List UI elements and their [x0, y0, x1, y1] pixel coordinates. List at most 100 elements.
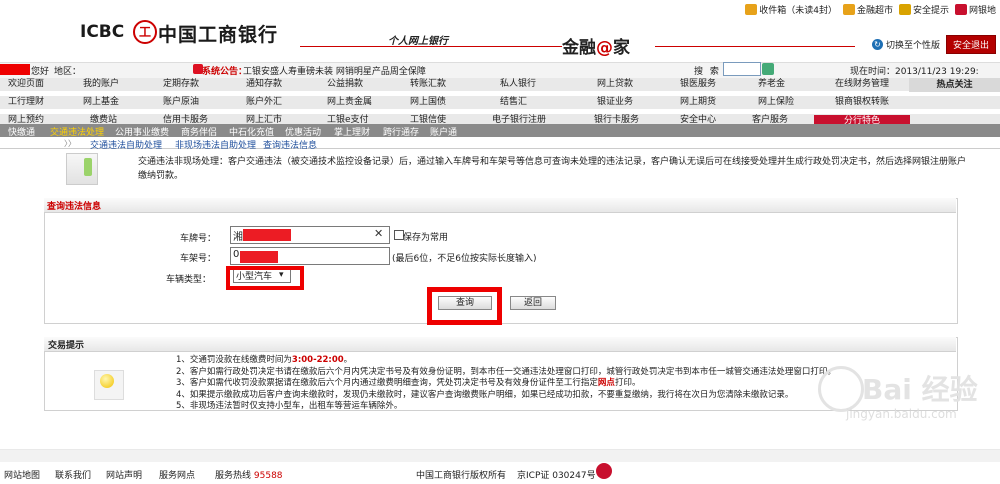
- notice-text[interactable]: 工银安盛人寿重磅未装 网销明星产品周全保障: [243, 64, 426, 77]
- nav-insurance[interactable]: 网上保险: [758, 96, 794, 109]
- top-link-map[interactable]: 网银地: [954, 3, 996, 16]
- footer-sitemap[interactable]: 网站地图: [4, 468, 40, 481]
- subnav-traffic[interactable]: 交通违法处理: [50, 125, 104, 138]
- footer-copyright: 中国工商银行版权所有: [416, 471, 507, 481]
- tip-text: 。: [343, 355, 353, 365]
- current-time: 现在时间：2013/11/23 19:29:: [850, 67, 979, 77]
- top-link-market[interactable]: 金融超市: [842, 3, 893, 16]
- slogan: 个人网上银行: [388, 36, 448, 47]
- footer-outlets[interactable]: 服务网点: [159, 468, 195, 481]
- nav-metals[interactable]: 网上贵金属: [327, 96, 372, 109]
- lock-icon: [898, 4, 911, 15]
- footer-statement[interactable]: 网站声明: [106, 468, 142, 481]
- plate-label: 车牌号：: [180, 234, 217, 244]
- annotation-box-vehicle-type: [226, 266, 304, 290]
- footer-scrollbar[interactable]: [0, 450, 1000, 462]
- nav-transfer[interactable]: 转账汇款: [410, 78, 446, 91]
- subnav-business[interactable]: 商务伴侣: [181, 125, 217, 138]
- footer-icp[interactable]: 京ICP证 030247号: [517, 468, 596, 481]
- tip-highlight: 3:00-22:00: [291, 355, 344, 365]
- top-link-label: 金融超市: [856, 6, 893, 16]
- tips-panel-header: [44, 337, 956, 352]
- frame-label: 车架号：: [180, 254, 217, 264]
- annotation-box-query: [427, 287, 502, 325]
- switch-icon: ↻: [871, 39, 883, 50]
- nav-finance-mgmt[interactable]: 在线财务管理: [835, 78, 889, 91]
- watermark-paw-icon: [818, 366, 864, 412]
- nav-private-bank[interactable]: 私人银行: [500, 78, 536, 91]
- subnav-sinopec[interactable]: 中石化充值: [229, 125, 274, 138]
- subnav-interbank[interactable]: 跨行通存: [383, 125, 419, 138]
- nav-charity[interactable]: 公益捐款: [327, 78, 363, 91]
- region-label: 地区：: [54, 67, 82, 77]
- top-link-label: 安全提示: [912, 6, 949, 16]
- hotline-number: 95588: [253, 471, 283, 481]
- subnav-promo[interactable]: 优惠活动: [285, 125, 321, 138]
- tip-highlight: 网点: [597, 378, 615, 388]
- tip-text: 3、客户如需代收罚没款票据请在缴款后六个月内通过缴费明细查询，凭处罚决定书号及有…: [176, 378, 598, 388]
- nav-wealth[interactable]: 工行理财: [8, 96, 44, 109]
- nav-online-loan[interactable]: 网上贷款: [597, 78, 633, 91]
- globe-icon: [954, 4, 967, 15]
- frame-redaction: [240, 251, 278, 263]
- clear-icon[interactable]: ✕: [374, 227, 383, 240]
- watermark-brand: Bai 经验: [862, 373, 978, 406]
- intro-text: 交通违法非现场处理：客户交通违法（被交通技术监控设备记录）后，通过输入车牌号和车…: [138, 157, 967, 181]
- nav-securities[interactable]: 银证业务: [597, 96, 633, 109]
- nav-fx[interactable]: 账户外汇: [246, 96, 282, 109]
- switch-personal-button[interactable]: ↻ 切换至个性版: [871, 38, 940, 51]
- header-actions: ↻ 切换至个性版 安全退出: [871, 35, 996, 54]
- back-button[interactable]: 返回: [510, 296, 556, 310]
- top-link-inbox[interactable]: 收件箱（未读4封）: [745, 3, 837, 16]
- subnav-quick-pay[interactable]: 快缴通: [8, 125, 35, 138]
- police-badge-icon[interactable]: [596, 463, 612, 479]
- notice-label: 系统公告：: [202, 67, 248, 77]
- brand-title: 金融@家: [562, 33, 630, 58]
- nav-row-2: 工行理财 网上基金 账户原油 账户外汇 网上贵金属 网上国债 结售汇 银证业务 …: [0, 96, 1000, 110]
- footer-contact[interactable]: 联系我们: [55, 468, 91, 481]
- nav-settlement[interactable]: 结售汇: [500, 96, 527, 109]
- nav-notice-deposit[interactable]: 通知存款: [246, 78, 282, 91]
- breadcrumb-item[interactable]: 交通违法自助处理: [90, 138, 162, 151]
- tip-text: 2、客户如需行政处罚决定书请在缴款后六个月内凭决定书号及有效身份证明，到本市任一…: [176, 366, 836, 377]
- nav-futures[interactable]: 网上期货: [680, 96, 716, 109]
- breadcrumb-item[interactable]: 非现场违法自助处理: [175, 138, 256, 151]
- safe-exit-button[interactable]: 安全退出: [945, 35, 996, 54]
- query-panel-title: 查询违法信息: [47, 202, 102, 212]
- lightbulb-icon: [100, 374, 114, 388]
- plate-redaction: [243, 229, 291, 241]
- top-link-security[interactable]: 安全提示: [898, 3, 949, 16]
- subnav-utility[interactable]: 公用事业缴费: [115, 125, 169, 138]
- tip-text: 1、交通罚没款在线缴费时间为: [176, 355, 292, 365]
- nav-crude[interactable]: 账户原油: [163, 96, 199, 109]
- nav-bonds[interactable]: 网上国债: [410, 96, 446, 109]
- greeting: 您好: [31, 67, 50, 77]
- frame-prefix: 0: [233, 249, 240, 260]
- bank-name: 中国工商银行: [158, 24, 279, 46]
- tip-text: 打印。: [614, 378, 641, 388]
- tip-text: 4、如果提示缴款成功后客户查询未缴款时，发现仍未缴款时，建议客户查询缴费账户明细…: [176, 389, 794, 400]
- nav-my-account[interactable]: 我的账户: [83, 78, 119, 91]
- subnav-account[interactable]: 账户通: [430, 125, 457, 138]
- tips-list: 1、交通罚没款在线缴费时间为3:00-22:00。 2、客户如需行政处罚决定书请…: [176, 355, 896, 413]
- subnav-mobile[interactable]: 掌上理财: [334, 125, 370, 138]
- watermark-url: jingyan.baidu.com: [846, 407, 957, 421]
- sub-nav: 快缴通 交通违法处理 公用事业缴费 商务伴侣 中石化充值 优惠活动 掌上理财 跨…: [0, 124, 1000, 138]
- nav-welcome[interactable]: 欢迎页面: [8, 78, 44, 91]
- tip-item: 5、非现场违法暂时仅支持小型车，出租车等营运车辆除外。: [176, 401, 896, 413]
- nav-fixed-deposit[interactable]: 定期存款: [163, 78, 199, 91]
- nav-pension[interactable]: 养老金: [758, 78, 785, 91]
- frame-hint: (最后6位，不足6位按实际长度输入): [392, 254, 537, 264]
- tip-item: 3、客户如需代收罚没款票据请在缴款后六个月内通过缴费明细查询，凭处罚决定书号及有…: [176, 378, 896, 390]
- brand-suffix: 家: [613, 38, 630, 58]
- nav-medical[interactable]: 银医服务: [680, 78, 716, 91]
- nav-bank-securities[interactable]: 银商银权转账: [835, 96, 889, 109]
- query-panel-header: [44, 198, 956, 213]
- tip-item: 2、客户如需行政处罚决定书请在缴款后六个月内凭决定书号及有效身份证明，到本市任一…: [176, 367, 896, 379]
- nav-fund[interactable]: 网上基金: [83, 96, 119, 109]
- logo-text: ICBC: [80, 22, 125, 42]
- hot-focus-panel[interactable]: 热点关注: [909, 78, 1000, 92]
- search-input[interactable]: [723, 62, 761, 76]
- tip-item: 1、交通罚没款在线缴费时间为3:00-22:00。: [176, 355, 896, 367]
- search-go-icon[interactable]: [762, 63, 774, 75]
